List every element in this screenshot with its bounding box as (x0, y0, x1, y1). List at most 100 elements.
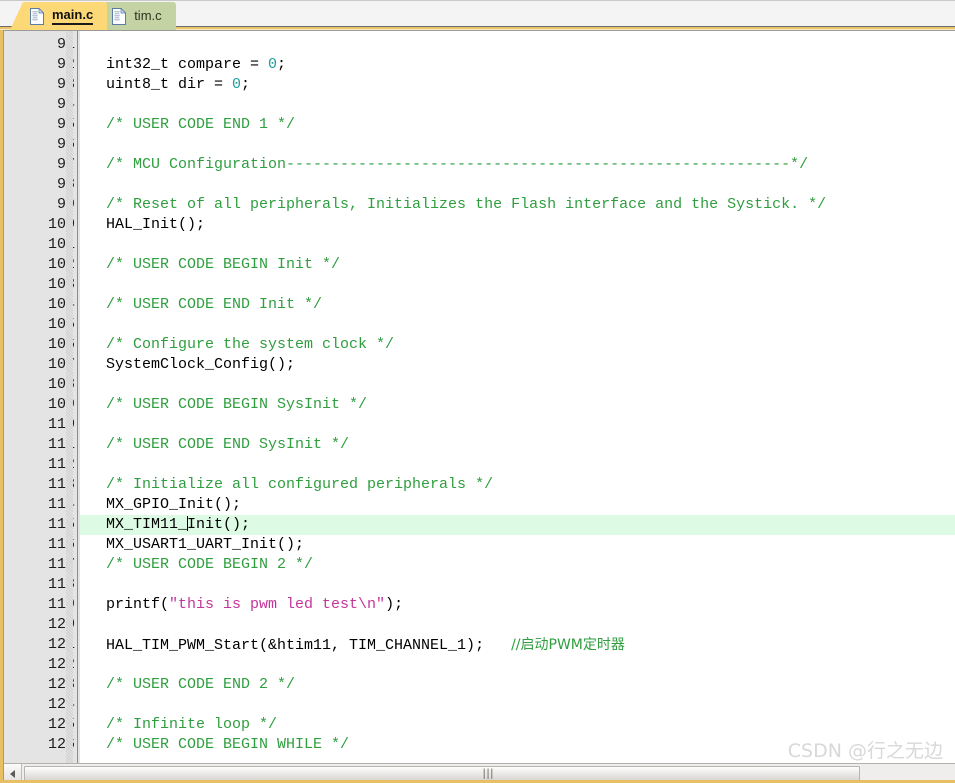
code-comment: /* Reset of all peripherals, Initializes… (88, 196, 827, 213)
line-number-gutter[interactable]: 919293949596979899100 101 102 103 104 105 106 1… (4, 31, 80, 763)
code-token: MX_USART1_UART_Init(); (88, 536, 305, 553)
editor-tab-strip: main.c tim.c (0, 0, 955, 30)
code-line[interactable]: MX_GPIO_Init(); (80, 495, 955, 515)
editor-frame: 919293949596979899100 101 102 103 104 105 106 1… (0, 30, 955, 783)
code-line[interactable] (80, 175, 955, 195)
code-line[interactable]: MX_USART1_UART_Init(); (80, 535, 955, 555)
line-number: 93 (4, 75, 75, 95)
line-number: 111 (47, 436, 75, 453)
line-number: 126 (47, 736, 75, 753)
code-line[interactable]: /* USER CODE BEGIN 2 */ (80, 555, 955, 575)
code-line[interactable]: /* USER CODE END SysInit */ (80, 435, 955, 455)
code-comment: /* USER CODE BEGIN 2 */ (88, 556, 314, 573)
line-number: 119 (47, 596, 75, 613)
code-line[interactable] (80, 455, 955, 475)
code-comment: /* USER CODE END 2 */ (88, 676, 296, 693)
code-line[interactable] (80, 95, 955, 115)
line-number: 113 (47, 476, 75, 493)
line-number: 124 (47, 696, 75, 713)
code-line[interactable]: /* Reset of all peripherals, Initializes… (80, 195, 955, 215)
code-line[interactable] (80, 575, 955, 595)
code-token: uint8_t dir = (88, 76, 233, 93)
tab-label: main.c (52, 7, 94, 25)
code-comment: /* USER CODE BEGIN Init */ (88, 256, 341, 273)
line-number: 91 (4, 35, 75, 55)
code-line[interactable]: /* Infinite loop */ (80, 715, 955, 735)
code-line[interactable]: HAL_Init(); (80, 215, 955, 235)
line-number: 107 (47, 356, 75, 373)
line-number: 95 (4, 115, 75, 135)
code-line[interactable]: /* USER CODE END 2 */ (80, 675, 955, 695)
code-comment: /* USER CODE END SysInit */ (88, 436, 350, 453)
scrollbar-thumb[interactable] (24, 766, 860, 781)
code-line[interactable] (80, 275, 955, 295)
code-line[interactable]: /* USER CODE BEGIN SysInit */ (80, 395, 955, 415)
tab-main-c[interactable]: main.c (9, 2, 108, 30)
line-number: 115 (47, 516, 75, 533)
code-line[interactable]: int32_t compare = 0; (80, 55, 955, 75)
code-line[interactable] (80, 135, 955, 155)
line-number: 116 (47, 536, 75, 553)
code-comment: /* USER CODE END Init */ (88, 296, 323, 313)
code-line[interactable]: printf("this is pwm led test\n"); (80, 595, 955, 615)
code-comment: /* MCU Configuration--------------------… (88, 156, 809, 173)
line-number: 100 (47, 216, 75, 233)
line-number: 109 (47, 396, 75, 413)
line-number: 98 (4, 175, 75, 195)
code-token: SystemClock_Config(); (88, 356, 296, 373)
file-icon (112, 7, 127, 25)
code-line[interactable]: uint8_t dir = 0; (80, 75, 955, 95)
code-line[interactable] (80, 695, 955, 715)
code-token: MX_TIM11_ (88, 516, 188, 533)
code-line[interactable] (80, 655, 955, 675)
line-number: 114 (47, 496, 75, 513)
code-line[interactable]: SystemClock_Config(); (80, 355, 955, 375)
line-number: 106 (47, 336, 75, 353)
code-line[interactable]: /* USER CODE BEGIN Init */ (80, 255, 955, 275)
scrollbar-grip: ||| (482, 767, 495, 779)
code-editor-window: main.c tim.c 9 (0, 0, 955, 783)
file-icon (30, 7, 44, 25)
editor-body: 919293949596979899100 101 102 103 104 105 106 1… (3, 30, 955, 763)
code-line[interactable] (80, 375, 955, 395)
line-number: 125 (47, 716, 75, 733)
code-token: MX_GPIO_Init(); (88, 496, 242, 513)
line-number: 101 (47, 236, 75, 253)
code-comment: /* Infinite loop */ (88, 716, 278, 733)
line-number: 108 (47, 376, 75, 393)
code-line[interactable] (80, 415, 955, 435)
code-line[interactable]: /* Configure the system clock */ (80, 335, 955, 355)
line-number: 105 (47, 316, 75, 333)
code-text-area[interactable]: int32_t compare = 0; uint8_t dir = 0; /*… (80, 31, 955, 763)
code-line[interactable] (80, 615, 955, 635)
gutter-hatch-strip (66, 31, 73, 763)
line-number: 92 (4, 55, 75, 75)
line-number: 110 (47, 416, 75, 433)
code-token: int32_t compare = (88, 56, 269, 73)
tab-tim-c[interactable]: tim.c (92, 2, 176, 30)
code-comment: /* USER CODE BEGIN WHILE */ (88, 736, 350, 753)
code-line[interactable]: /* Initialize all configured peripherals… (80, 475, 955, 495)
line-number: 103 (47, 276, 75, 293)
code-comment: /* USER CODE END 1 */ (88, 116, 296, 133)
line-number: 121 (47, 636, 75, 653)
code-line[interactable] (80, 235, 955, 255)
code-token: HAL_TIM_PWM_Start(&htim11, TIM_CHANNEL_1… (88, 637, 512, 654)
code-line[interactable] (80, 315, 955, 335)
code-line[interactable]: /* USER CODE END 1 */ (80, 115, 955, 135)
line-number: 122 (47, 656, 75, 673)
code-line[interactable]: HAL_TIM_PWM_Start(&htim11, TIM_CHANNEL_1… (80, 635, 955, 655)
line-number: 99 (4, 195, 75, 215)
code-comment: /* Configure the system clock */ (88, 336, 395, 353)
code-number: 0 (232, 76, 242, 93)
code-token: Init(); (187, 516, 251, 533)
code-line[interactable]: /* USER CODE END Init */ (80, 295, 955, 315)
code-line[interactable]: /* USER CODE BEGIN WHILE */ (80, 735, 955, 755)
code-token: ); (385, 596, 404, 613)
line-number: 102 (47, 256, 75, 273)
line-number: 97 (4, 155, 75, 175)
gutter-separator (77, 31, 78, 763)
code-line-current[interactable]: MX_TIM11_Init(); (80, 515, 955, 535)
code-line[interactable]: /* MCU Configuration--------------------… (80, 155, 955, 175)
code-line[interactable] (80, 35, 955, 55)
